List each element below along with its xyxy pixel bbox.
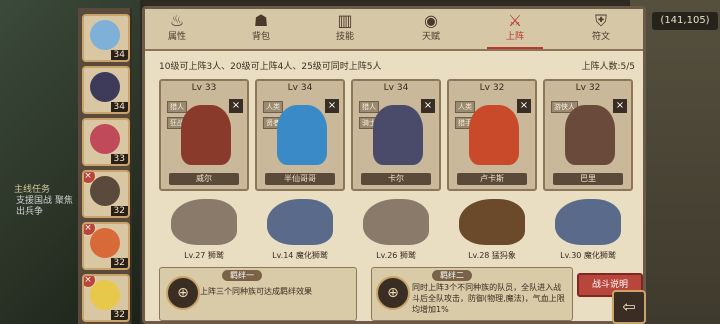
roster-slot[interactable]: × 32 [82, 222, 130, 270]
bond-title: 羁绊一 [222, 270, 262, 281]
tab-label: 上阵 [505, 32, 524, 42]
mammoth-icon [459, 199, 525, 245]
team-count: 上阵人数:5/5 [581, 62, 635, 72]
tab-bar: ♨ 属性 ☗ 背包 ▥ 技能 ◉ 天赋 ⚔ 上阵 ⛨ 符文 [145, 9, 643, 51]
avatar [90, 124, 120, 154]
mount-label: Lv.14 魔化狮鹫 [272, 251, 328, 260]
hero-card[interactable]: Lv 32 人类 猎手 × 卢卡斯 [447, 79, 537, 191]
bond-panel-1: ⊕ 羁绊一 上阵三个同种族可达成羁绊效果 [159, 267, 357, 321]
formation-panel: ♨ 属性 ☗ 背包 ▥ 技能 ◉ 天赋 ⚔ 上阵 ⛨ 符文 10级可上阵3人、2… [142, 6, 646, 324]
unlock-text: 10级可上阵3人、20级可上阵4人、25级可同时上阵5人 [159, 62, 382, 72]
hero-race-tag: 人类 [455, 101, 475, 113]
mount-slot[interactable]: Lv.30 魔化狮鹫 [543, 195, 633, 261]
close-icon[interactable]: × [517, 99, 531, 113]
tab-backpack[interactable]: ☗ 背包 [233, 11, 289, 47]
bond-description: 同时上阵3个不同种族的队员，全队进入战斗后全队攻击，防御(物理,魔法)，气血上限… [412, 283, 565, 314]
rune-icon: ⛨ [594, 11, 607, 30]
tab-talent[interactable]: ◉ 天赋 [403, 11, 459, 47]
roster-slot[interactable]: 34 [82, 66, 130, 114]
flame-icon: ♨ [169, 11, 185, 30]
bond-panel-2: ⊕ 羁绊二 同时上阵3个不同种族的队员，全队进入战斗后全队攻击，防御(物理,魔法… [371, 267, 573, 321]
mount-slot[interactable]: Lv.27 狮鹫 [159, 195, 249, 261]
avatar [90, 72, 120, 102]
roster-level: 32 [110, 258, 128, 268]
tab-label: 属性 [167, 32, 186, 42]
bond-title: 羁绊二 [432, 270, 472, 281]
close-icon[interactable]: × [421, 99, 435, 113]
mount-slot[interactable]: Lv.28 猛犸象 [447, 195, 537, 261]
tab-formation[interactable]: ⚔ 上阵 [487, 11, 543, 49]
hero-level: Lv 33 [191, 83, 217, 93]
griffin-icon [363, 199, 429, 245]
hero-portrait [277, 105, 327, 165]
tab-label: 天赋 [421, 32, 440, 42]
hero-portrait [469, 105, 519, 165]
roster-level: 34 [110, 102, 128, 112]
book-icon: ▥ [337, 11, 353, 30]
hero-name: 巴里 [553, 173, 623, 185]
roster-level: 33 [110, 154, 128, 164]
hero-card[interactable]: Lv 34 猎人 骑士 × 卡尔 [351, 79, 441, 191]
hero-race-tag: 人类 [263, 101, 283, 113]
tab-attributes[interactable]: ♨ 属性 [149, 11, 205, 47]
hero-name: 半仙哥哥 [265, 173, 335, 185]
roster-slot[interactable]: × 32 [82, 170, 130, 218]
quest-text[interactable]: 支援国战 聚焦 出兵争 [16, 196, 76, 218]
swords-icon: ⚔ [507, 11, 523, 30]
close-icon[interactable]: × [325, 99, 339, 113]
roster-level: 32 [110, 206, 128, 216]
hero-portrait [181, 105, 231, 165]
hero-portrait [373, 105, 423, 165]
close-icon[interactable]: × [613, 99, 627, 113]
mount-label: Lv.30 魔化狮鹫 [560, 251, 616, 260]
hero-card[interactable]: Lv 33 猎人 狂战士 × 威尔 [159, 79, 249, 191]
roster-slot[interactable]: 33 [82, 118, 130, 166]
hero-name: 卢卡斯 [457, 173, 527, 185]
avatar [90, 176, 120, 206]
formation-info: 10级可上阵3人、20级可上阵4人、25级可同时上阵5人 上阵人数:5/5 [155, 59, 635, 75]
hero-level: Lv 34 [287, 83, 313, 93]
mount-label: Lv.27 狮鹫 [184, 251, 224, 260]
hero-card[interactable]: Lv 32 游侠人 × 巴里 [543, 79, 633, 191]
bond-description: 上阵三个同种族可达成羁绊效果 [200, 287, 312, 296]
exit-arrow-icon[interactable]: ⇦ [612, 290, 646, 324]
top-right-counter: (141,105) [652, 12, 718, 30]
hero-level: Lv 32 [575, 83, 601, 93]
hero-roster: 34 34 33 × 32 × 32 × 32 [78, 8, 132, 324]
roster-slot[interactable]: 34 [82, 14, 130, 62]
roster-slot[interactable]: × 32 [82, 274, 130, 322]
avatar [90, 228, 120, 258]
griffin-icon [555, 199, 621, 245]
tab-runes[interactable]: ⛨ 符文 [573, 11, 629, 47]
tab-label: 技能 [335, 32, 354, 42]
bag-icon: ☗ [253, 11, 269, 30]
quest-label[interactable]: 主线任务 [14, 182, 50, 195]
eye-icon: ◉ [424, 11, 438, 30]
avatar [90, 20, 120, 50]
hero-portrait [565, 105, 615, 165]
crosshair-icon: ⊕ [376, 276, 410, 310]
tab-label: 符文 [591, 32, 610, 42]
tab-skills[interactable]: ▥ 技能 [317, 11, 373, 47]
hero-name: 威尔 [169, 173, 239, 185]
mount-label: Lv.26 狮鹫 [376, 251, 416, 260]
mount-label: Lv.28 猛犸象 [468, 251, 516, 260]
roster-level: 34 [110, 50, 128, 60]
hero-name: 卡尔 [361, 173, 431, 185]
griffin-icon [267, 199, 333, 245]
hero-race-tag: 猎人 [359, 101, 379, 113]
mount-slot[interactable]: Lv.26 狮鹫 [351, 195, 441, 261]
hero-card[interactable]: Lv 34 人类 贤者 × 半仙哥哥 [255, 79, 345, 191]
hero-race-tag: 猎人 [167, 101, 187, 113]
hero-level: Lv 32 [479, 83, 505, 93]
griffin-icon [171, 199, 237, 245]
roster-level: 32 [110, 310, 128, 320]
tab-label: 背包 [251, 32, 270, 42]
crosshair-icon: ⊕ [166, 276, 200, 310]
hero-level: Lv 34 [383, 83, 409, 93]
avatar [90, 280, 120, 310]
close-icon[interactable]: × [229, 99, 243, 113]
mount-slot[interactable]: Lv.14 魔化狮鹫 [255, 195, 345, 261]
